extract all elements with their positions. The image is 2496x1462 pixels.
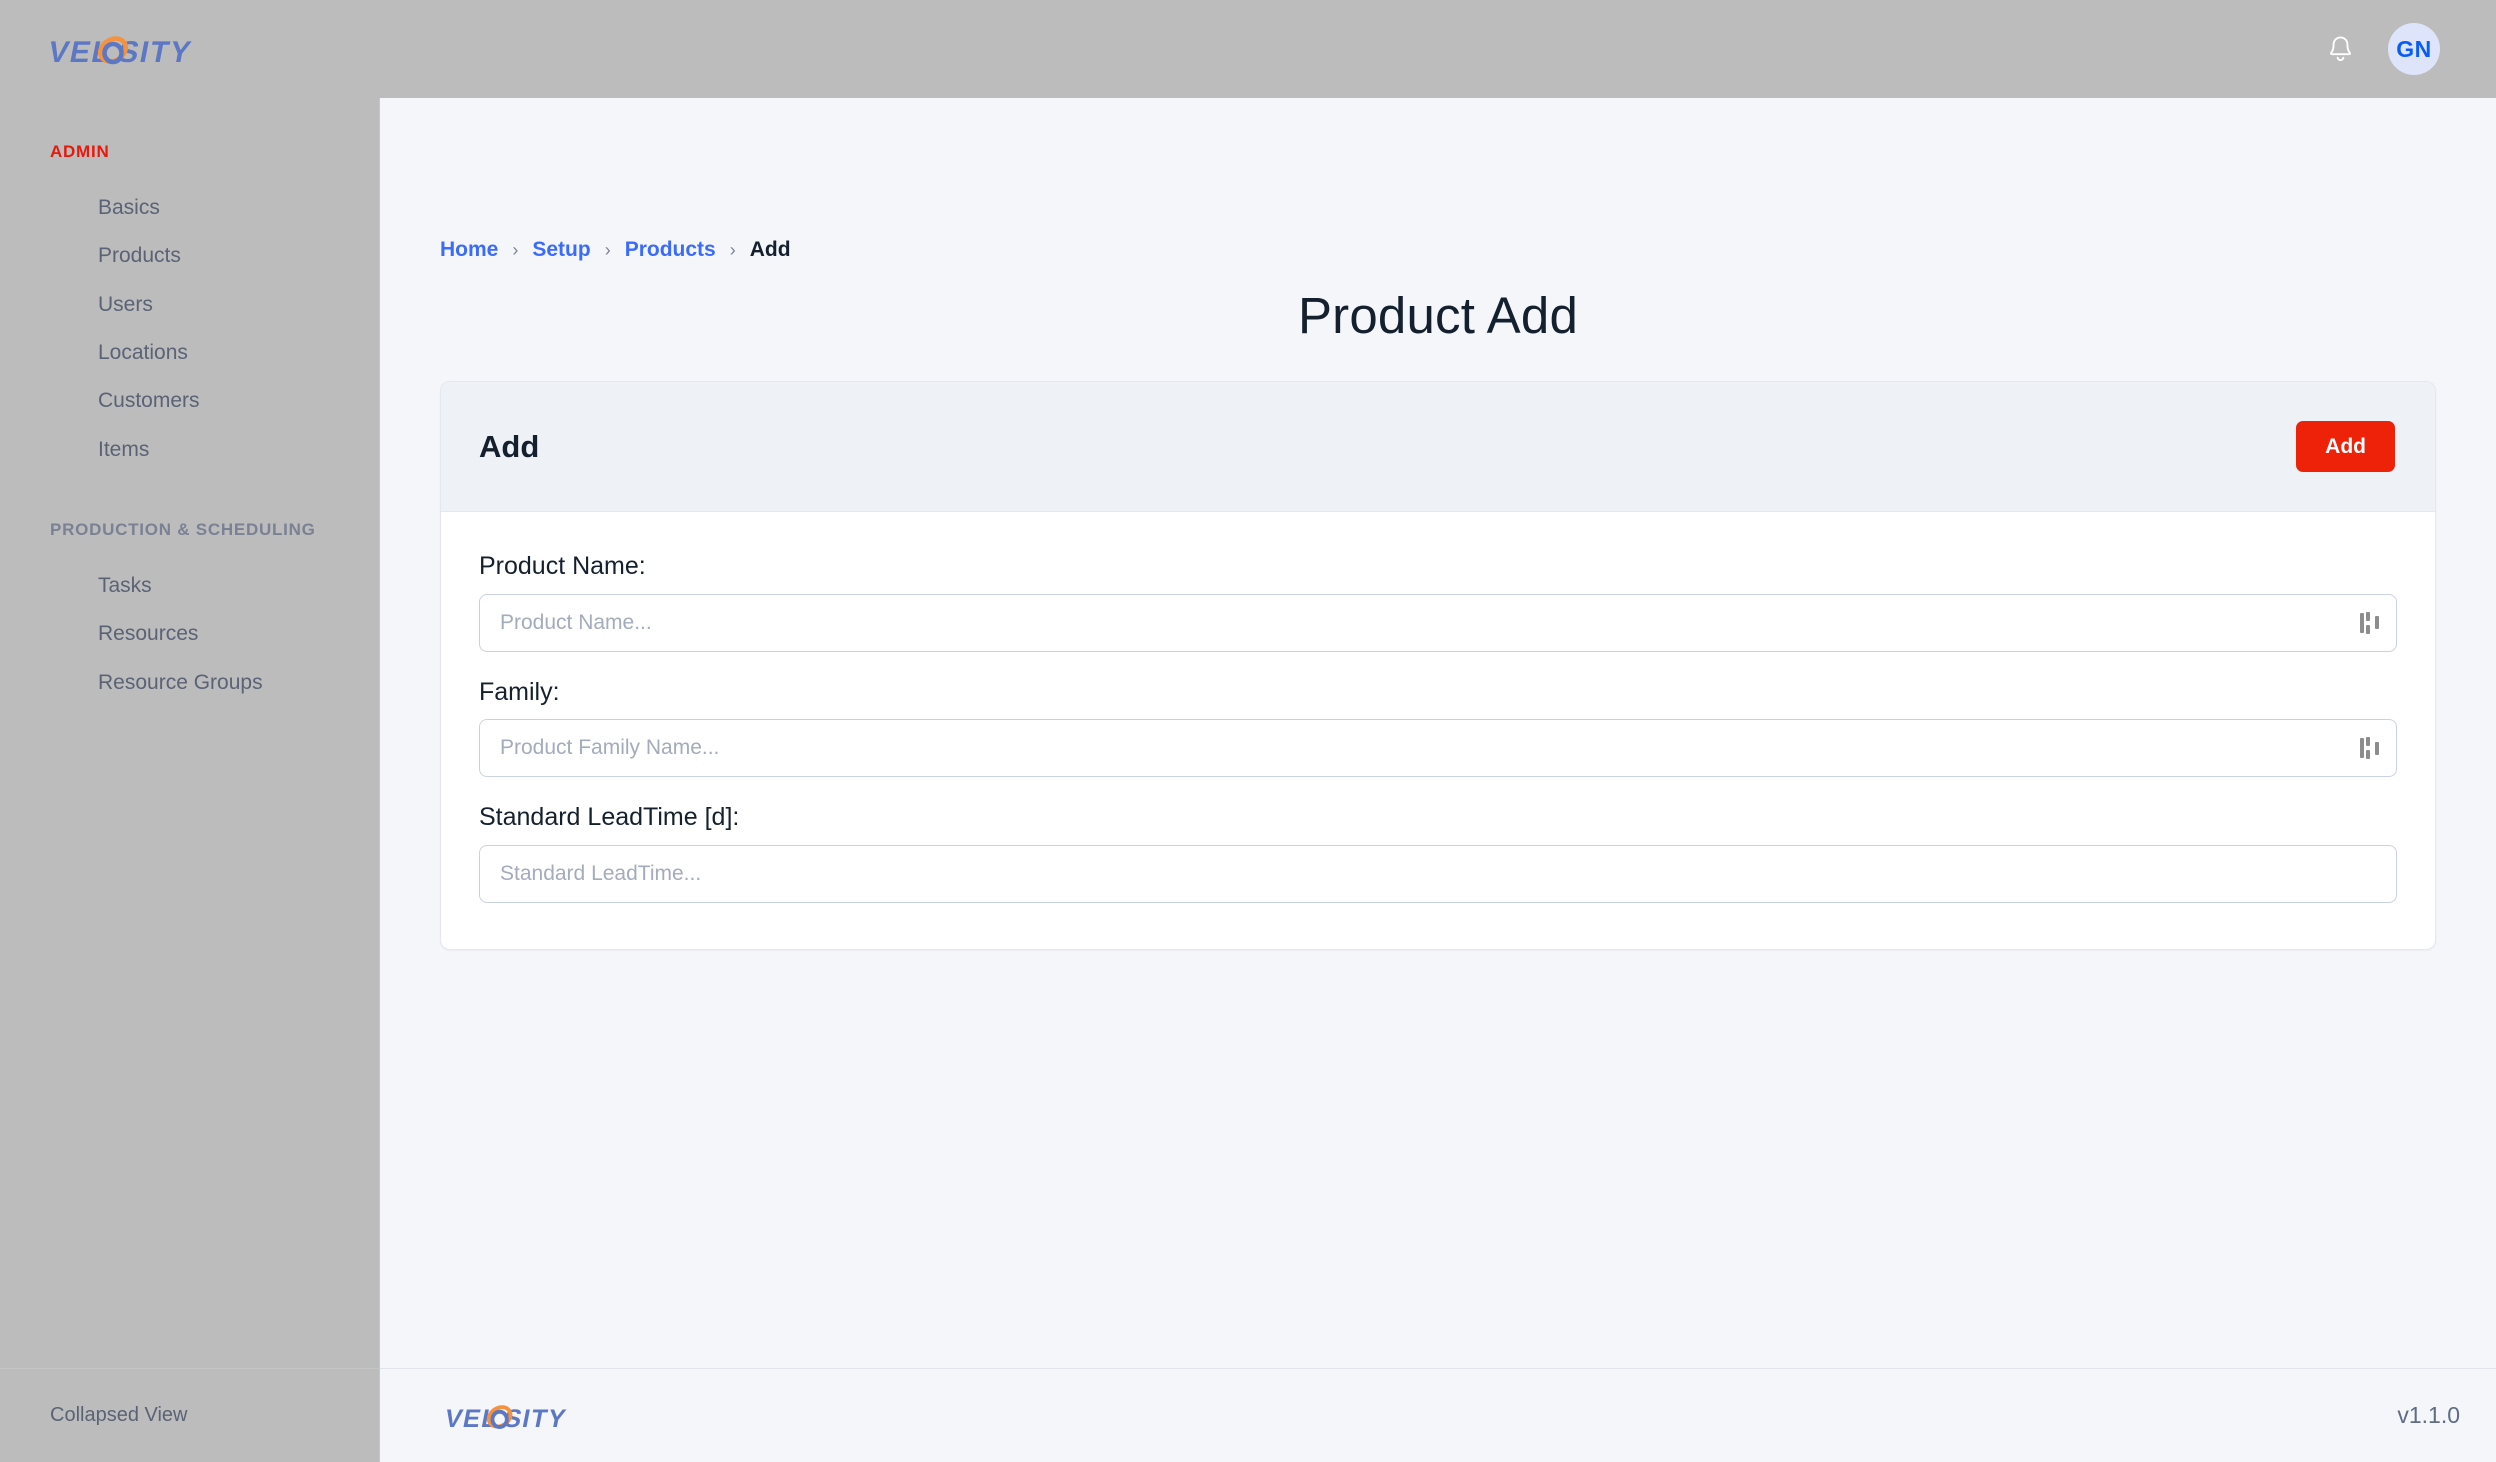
product-name-input-shell <box>479 593 2397 652</box>
header-actions: GN <box>2318 23 2468 75</box>
form-group-product-name: Product Name: <box>479 550 2397 652</box>
app-version-label: v1.1.0 <box>2397 1402 2460 1428</box>
sidebar-item-basics[interactable]: Basics <box>0 184 379 232</box>
family-input-shell <box>479 719 2397 777</box>
main-column: Home › Setup › Products › Add Product Ad… <box>380 98 2496 1462</box>
user-avatar[interactable]: GN <box>2388 23 2440 75</box>
family-input[interactable] <box>479 719 2397 777</box>
footer-brand-logo[interactable]: VEL SITY <box>436 1369 576 1462</box>
velosity-logo-icon: VEL SITY <box>442 1404 569 1433</box>
add-button[interactable]: Add <box>2296 420 2395 473</box>
body-wrapper: ADMIN Basics Products Users Locations Cu… <box>0 98 2496 1462</box>
sidebar: ADMIN Basics Products Users Locations Cu… <box>0 98 380 1462</box>
sidebar-item-resource-groups[interactable]: Resource Groups <box>0 659 379 707</box>
breadcrumb-item-home[interactable]: Home <box>440 238 498 262</box>
svg-text:SITY: SITY <box>115 36 194 69</box>
sidebar-item-resources[interactable]: Resources <box>0 610 379 658</box>
breadcrumb-separator-icon: › <box>512 239 519 260</box>
sidebar-item-items[interactable]: Items <box>0 426 379 474</box>
svg-text:SITY: SITY <box>502 1405 569 1433</box>
sidebar-item-customers[interactable]: Customers <box>0 377 379 425</box>
product-name-label: Product Name: <box>479 552 646 580</box>
app-root: VEL SITY GN ADMIN Basics Products Users … <box>0 0 2496 1462</box>
standard-leadtime-input-shell <box>479 844 2397 903</box>
breadcrumb-item-add: Add <box>749 238 791 261</box>
product-name-input[interactable] <box>479 593 2397 652</box>
top-header: VEL SITY GN <box>0 0 2496 98</box>
sidebar-item-locations[interactable]: Locations <box>0 329 379 377</box>
brand-logo[interactable]: VEL SITY <box>38 0 203 98</box>
sidebar-footer: Collapsed View <box>0 1368 379 1462</box>
card-body: Product Name: Product Name... Family: Pr… <box>441 512 2435 949</box>
form-group-family: Family: <box>479 676 2397 777</box>
family-label: Family: <box>479 677 560 706</box>
sidebar-section-title-admin: ADMIN <box>50 142 110 161</box>
page-footer: VEL SITY v1.1.0 <box>380 1368 2496 1462</box>
breadcrumb-item-products[interactable]: Products <box>625 238 716 262</box>
sidebar-item-products[interactable]: Products <box>0 232 379 280</box>
standard-leadtime-label: Standard LeadTime [d]: <box>479 803 740 831</box>
breadcrumb: Home › Setup › Products › Add <box>440 98 2436 262</box>
main-content: Home › Setup › Products › Add Product Ad… <box>380 98 2496 1368</box>
sidebar-section-title-production: PRODUCTION & SCHEDULING <box>50 520 316 540</box>
sidebar-item-users[interactable]: Users <box>0 281 379 329</box>
bell-icon <box>2329 36 2351 61</box>
breadcrumb-separator-icon: › <box>729 239 736 260</box>
standard-leadtime-input[interactable] <box>479 844 2397 903</box>
notifications-button[interactable] <box>2318 27 2362 71</box>
sidebar-nav: ADMIN Basics Products Users Locations Cu… <box>0 98 379 1368</box>
sidebar-item-tasks[interactable]: Tasks <box>0 562 379 610</box>
product-add-card: Add Add Product Name: Product Name... Fa… <box>440 381 2436 950</box>
breadcrumb-item-setup[interactable]: Setup <box>532 238 590 262</box>
card-header: Add Add <box>441 382 2435 512</box>
card-header-title: Add <box>479 428 540 464</box>
collapse-sidebar-toggle[interactable]: Collapsed View <box>50 1404 188 1427</box>
page-title: Product Add <box>1297 287 1579 344</box>
velosity-logo-icon: VEL SITY <box>45 36 194 69</box>
form-group-standard-leadtime: Standard LeadTime [d]: <box>479 801 2397 903</box>
breadcrumb-separator-icon: › <box>604 239 611 260</box>
